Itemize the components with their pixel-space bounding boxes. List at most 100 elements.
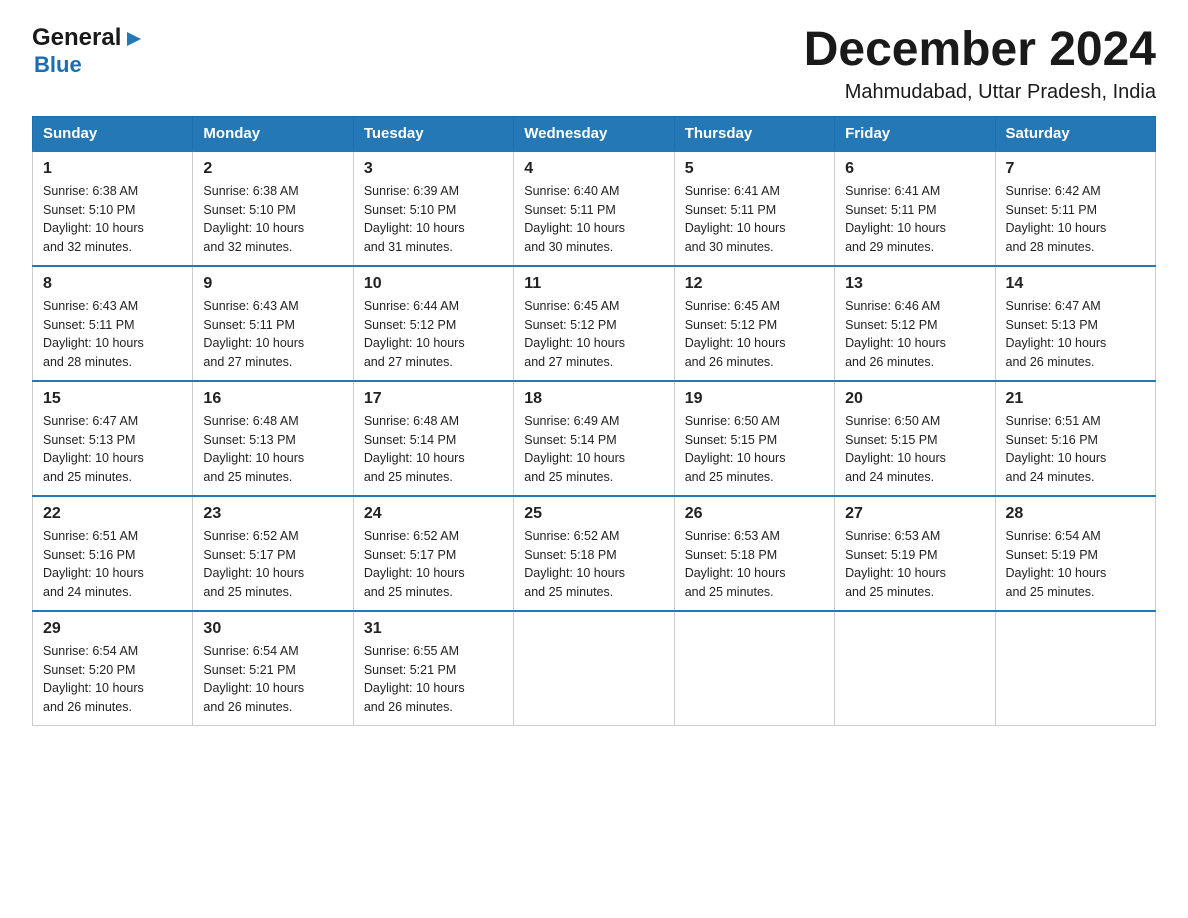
day-info: Sunrise: 6:52 AM Sunset: 5:17 PM Dayligh… [203, 527, 342, 602]
day-number: 9 [203, 275, 342, 293]
day-number: 17 [364, 390, 503, 408]
day-info: Sunrise: 6:45 AM Sunset: 5:12 PM Dayligh… [685, 297, 824, 372]
calendar-cell: 26 Sunrise: 6:53 AM Sunset: 5:18 PM Dayl… [674, 496, 834, 611]
logo-general-text: General [32, 24, 121, 52]
header-thursday: Thursday [674, 116, 834, 151]
calendar-cell [674, 611, 834, 726]
day-info: Sunrise: 6:38 AM Sunset: 5:10 PM Dayligh… [203, 182, 342, 257]
calendar-cell: 23 Sunrise: 6:52 AM Sunset: 5:17 PM Dayl… [193, 496, 353, 611]
day-info: Sunrise: 6:42 AM Sunset: 5:11 PM Dayligh… [1006, 182, 1145, 257]
day-number: 28 [1006, 505, 1145, 523]
calendar-cell: 6 Sunrise: 6:41 AM Sunset: 5:11 PM Dayli… [835, 151, 995, 266]
calendar-cell: 19 Sunrise: 6:50 AM Sunset: 5:15 PM Dayl… [674, 381, 834, 496]
calendar-cell: 14 Sunrise: 6:47 AM Sunset: 5:13 PM Dayl… [995, 266, 1155, 381]
day-info: Sunrise: 6:48 AM Sunset: 5:14 PM Dayligh… [364, 412, 503, 487]
calendar-cell: 28 Sunrise: 6:54 AM Sunset: 5:19 PM Dayl… [995, 496, 1155, 611]
calendar-cell: 21 Sunrise: 6:51 AM Sunset: 5:16 PM Dayl… [995, 381, 1155, 496]
header-wednesday: Wednesday [514, 116, 674, 151]
day-info: Sunrise: 6:47 AM Sunset: 5:13 PM Dayligh… [43, 412, 182, 487]
calendar-cell: 2 Sunrise: 6:38 AM Sunset: 5:10 PM Dayli… [193, 151, 353, 266]
day-number: 14 [1006, 275, 1145, 293]
day-info: Sunrise: 6:53 AM Sunset: 5:19 PM Dayligh… [845, 527, 984, 602]
header-tuesday: Tuesday [353, 116, 513, 151]
calendar-cell: 30 Sunrise: 6:54 AM Sunset: 5:21 PM Dayl… [193, 611, 353, 726]
calendar-cell: 22 Sunrise: 6:51 AM Sunset: 5:16 PM Dayl… [33, 496, 193, 611]
day-info: Sunrise: 6:41 AM Sunset: 5:11 PM Dayligh… [845, 182, 984, 257]
day-number: 16 [203, 390, 342, 408]
day-number: 13 [845, 275, 984, 293]
day-number: 19 [685, 390, 824, 408]
day-number: 21 [1006, 390, 1145, 408]
day-info: Sunrise: 6:55 AM Sunset: 5:21 PM Dayligh… [364, 642, 503, 717]
main-title: December 2024 [804, 24, 1156, 77]
calendar-cell: 9 Sunrise: 6:43 AM Sunset: 5:11 PM Dayli… [193, 266, 353, 381]
calendar-table: Sunday Monday Tuesday Wednesday Thursday… [32, 116, 1156, 726]
day-info: Sunrise: 6:54 AM Sunset: 5:20 PM Dayligh… [43, 642, 182, 717]
day-number: 15 [43, 390, 182, 408]
header-monday: Monday [193, 116, 353, 151]
logo-blue-text: Blue [34, 52, 145, 78]
day-number: 5 [685, 160, 824, 178]
day-number: 20 [845, 390, 984, 408]
calendar-cell: 3 Sunrise: 6:39 AM Sunset: 5:10 PM Dayli… [353, 151, 513, 266]
calendar-week-2: 8 Sunrise: 6:43 AM Sunset: 5:11 PM Dayli… [33, 266, 1156, 381]
calendar-cell: 29 Sunrise: 6:54 AM Sunset: 5:20 PM Dayl… [33, 611, 193, 726]
page-header: General Blue December 2024 Mahmudabad, U… [32, 24, 1156, 104]
title-block: December 2024 Mahmudabad, Uttar Pradesh,… [804, 24, 1156, 104]
calendar-cell: 8 Sunrise: 6:43 AM Sunset: 5:11 PM Dayli… [33, 266, 193, 381]
day-number: 27 [845, 505, 984, 523]
calendar-cell [514, 611, 674, 726]
header-friday: Friday [835, 116, 995, 151]
day-info: Sunrise: 6:52 AM Sunset: 5:17 PM Dayligh… [364, 527, 503, 602]
subtitle: Mahmudabad, Uttar Pradesh, India [804, 81, 1156, 104]
day-number: 7 [1006, 160, 1145, 178]
calendar-body: 1 Sunrise: 6:38 AM Sunset: 5:10 PM Dayli… [33, 151, 1156, 726]
day-number: 24 [364, 505, 503, 523]
day-number: 4 [524, 160, 663, 178]
header-saturday: Saturday [995, 116, 1155, 151]
day-info: Sunrise: 6:46 AM Sunset: 5:12 PM Dayligh… [845, 297, 984, 372]
calendar-cell: 31 Sunrise: 6:55 AM Sunset: 5:21 PM Dayl… [353, 611, 513, 726]
calendar-cell: 11 Sunrise: 6:45 AM Sunset: 5:12 PM Dayl… [514, 266, 674, 381]
day-info: Sunrise: 6:51 AM Sunset: 5:16 PM Dayligh… [43, 527, 182, 602]
day-number: 22 [43, 505, 182, 523]
day-info: Sunrise: 6:45 AM Sunset: 5:12 PM Dayligh… [524, 297, 663, 372]
calendar-cell: 24 Sunrise: 6:52 AM Sunset: 5:17 PM Dayl… [353, 496, 513, 611]
calendar-cell: 12 Sunrise: 6:45 AM Sunset: 5:12 PM Dayl… [674, 266, 834, 381]
calendar-week-5: 29 Sunrise: 6:54 AM Sunset: 5:20 PM Dayl… [33, 611, 1156, 726]
day-number: 31 [364, 620, 503, 638]
day-info: Sunrise: 6:49 AM Sunset: 5:14 PM Dayligh… [524, 412, 663, 487]
calendar-cell: 27 Sunrise: 6:53 AM Sunset: 5:19 PM Dayl… [835, 496, 995, 611]
calendar-cell [995, 611, 1155, 726]
day-info: Sunrise: 6:47 AM Sunset: 5:13 PM Dayligh… [1006, 297, 1145, 372]
day-info: Sunrise: 6:54 AM Sunset: 5:19 PM Dayligh… [1006, 527, 1145, 602]
calendar-cell: 13 Sunrise: 6:46 AM Sunset: 5:12 PM Dayl… [835, 266, 995, 381]
calendar-cell: 18 Sunrise: 6:49 AM Sunset: 5:14 PM Dayl… [514, 381, 674, 496]
calendar-week-3: 15 Sunrise: 6:47 AM Sunset: 5:13 PM Dayl… [33, 381, 1156, 496]
calendar-cell: 10 Sunrise: 6:44 AM Sunset: 5:12 PM Dayl… [353, 266, 513, 381]
day-number: 18 [524, 390, 663, 408]
day-number: 2 [203, 160, 342, 178]
day-number: 25 [524, 505, 663, 523]
day-number: 30 [203, 620, 342, 638]
day-number: 11 [524, 275, 663, 293]
day-info: Sunrise: 6:54 AM Sunset: 5:21 PM Dayligh… [203, 642, 342, 717]
day-info: Sunrise: 6:41 AM Sunset: 5:11 PM Dayligh… [685, 182, 824, 257]
day-info: Sunrise: 6:51 AM Sunset: 5:16 PM Dayligh… [1006, 412, 1145, 487]
day-info: Sunrise: 6:50 AM Sunset: 5:15 PM Dayligh… [845, 412, 984, 487]
day-number: 12 [685, 275, 824, 293]
header-sunday: Sunday [33, 116, 193, 151]
calendar-cell: 20 Sunrise: 6:50 AM Sunset: 5:15 PM Dayl… [835, 381, 995, 496]
day-info: Sunrise: 6:38 AM Sunset: 5:10 PM Dayligh… [43, 182, 182, 257]
day-number: 3 [364, 160, 503, 178]
day-info: Sunrise: 6:53 AM Sunset: 5:18 PM Dayligh… [685, 527, 824, 602]
calendar-week-1: 1 Sunrise: 6:38 AM Sunset: 5:10 PM Dayli… [33, 151, 1156, 266]
day-info: Sunrise: 6:40 AM Sunset: 5:11 PM Dayligh… [524, 182, 663, 257]
logo-arrow-icon [123, 28, 145, 50]
calendar-cell: 15 Sunrise: 6:47 AM Sunset: 5:13 PM Dayl… [33, 381, 193, 496]
calendar-cell: 5 Sunrise: 6:41 AM Sunset: 5:11 PM Dayli… [674, 151, 834, 266]
calendar-cell: 4 Sunrise: 6:40 AM Sunset: 5:11 PM Dayli… [514, 151, 674, 266]
day-info: Sunrise: 6:52 AM Sunset: 5:18 PM Dayligh… [524, 527, 663, 602]
day-info: Sunrise: 6:48 AM Sunset: 5:13 PM Dayligh… [203, 412, 342, 487]
calendar-cell: 7 Sunrise: 6:42 AM Sunset: 5:11 PM Dayli… [995, 151, 1155, 266]
